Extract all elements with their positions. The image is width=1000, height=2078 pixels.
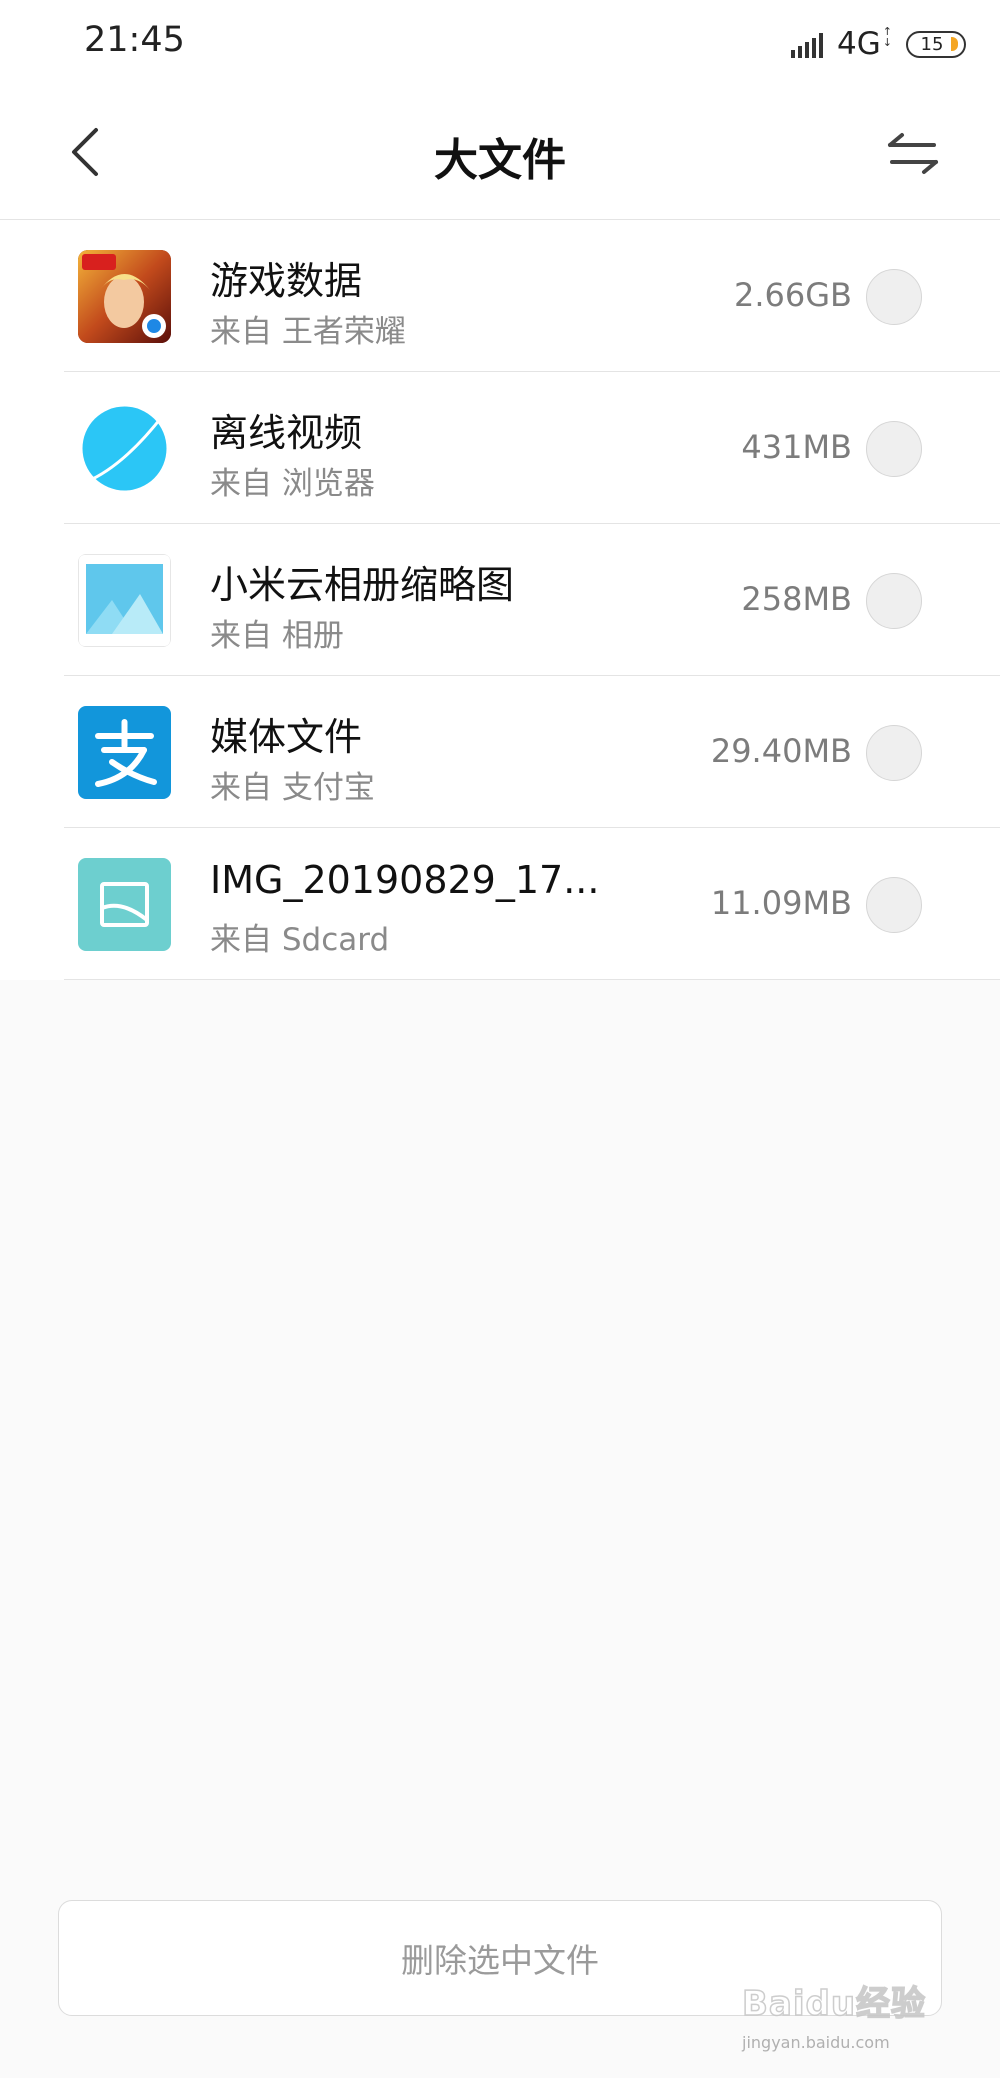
file-name: 媒体文件 xyxy=(210,715,363,759)
gallery-icon xyxy=(78,554,171,647)
app-bar: 大文件 xyxy=(0,86,1000,220)
signal-icon xyxy=(791,30,824,58)
page-title: 大文件 xyxy=(434,135,566,186)
file-name: 小米云相册缩略图 xyxy=(210,563,515,607)
select-checkbox[interactable] xyxy=(866,421,922,477)
file-item-cloud-thumbnails[interactable]: 小米云相册缩略图 来自 相册 258MB xyxy=(0,524,1000,676)
file-source: 来自 相册 xyxy=(210,618,344,654)
file-source: 来自 Sdcard xyxy=(210,922,390,958)
file-item-offline-video[interactable]: 离线视频 来自 浏览器 431MB xyxy=(0,372,1000,524)
file-source: 来自 支付宝 xyxy=(210,770,375,806)
network-type: 4G ↑ ↓ xyxy=(837,26,892,62)
file-item-media-files[interactable]: 媒体文件 来自 支付宝 29.40MB xyxy=(0,676,1000,828)
file-source: 来自 王者荣耀 xyxy=(210,314,406,350)
image-file-icon xyxy=(78,858,171,951)
battery-icon: 15 xyxy=(906,30,966,58)
file-size: 29.40MB xyxy=(710,732,852,770)
select-checkbox[interactable] xyxy=(866,725,922,781)
file-name: IMG_20190829_17... xyxy=(210,858,600,902)
file-list: 游戏数据 来自 王者荣耀 2.66GB 离线视频 来自 浏览器 431MB 小米… xyxy=(0,220,1000,980)
file-item-image[interactable]: IMG_20190829_17... 来自 Sdcard 11.09MB xyxy=(0,828,1000,980)
watermark-url: jingyan.baidu.com xyxy=(742,2033,890,2052)
data-arrows-icon: ↑ ↓ xyxy=(882,25,892,49)
alipay-icon xyxy=(78,706,171,799)
file-size: 431MB xyxy=(741,428,852,466)
game-app-icon xyxy=(78,250,171,343)
select-checkbox[interactable] xyxy=(866,877,922,933)
file-size: 2.66GB xyxy=(734,276,852,314)
battery-level: 15 xyxy=(920,33,944,55)
status-time: 21:45 xyxy=(84,20,185,60)
browser-planet-icon xyxy=(78,402,171,495)
file-name: 游戏数据 xyxy=(210,259,363,303)
select-checkbox[interactable] xyxy=(866,573,922,629)
file-item-game-data[interactable]: 游戏数据 来自 王者荣耀 2.66GB xyxy=(0,220,1000,372)
file-size: 258MB xyxy=(741,580,852,618)
sort-button[interactable] xyxy=(880,120,946,186)
watermark-logo: Baidu经验 xyxy=(741,1983,927,2025)
baidu-watermark: Baidu经验 jingyan.baidu.com xyxy=(741,1976,942,2052)
network-label: 4G xyxy=(837,26,881,62)
file-name: 离线视频 xyxy=(210,411,363,455)
status-bar: 21:45 4G ↑ ↓ 15 xyxy=(0,0,1000,86)
select-checkbox[interactable] xyxy=(866,269,922,325)
file-size: 11.09MB xyxy=(710,884,852,922)
swap-arrows-icon xyxy=(888,133,938,174)
file-source: 来自 浏览器 xyxy=(210,466,375,502)
status-indicators: 4G ↑ ↓ 15 xyxy=(791,24,966,64)
